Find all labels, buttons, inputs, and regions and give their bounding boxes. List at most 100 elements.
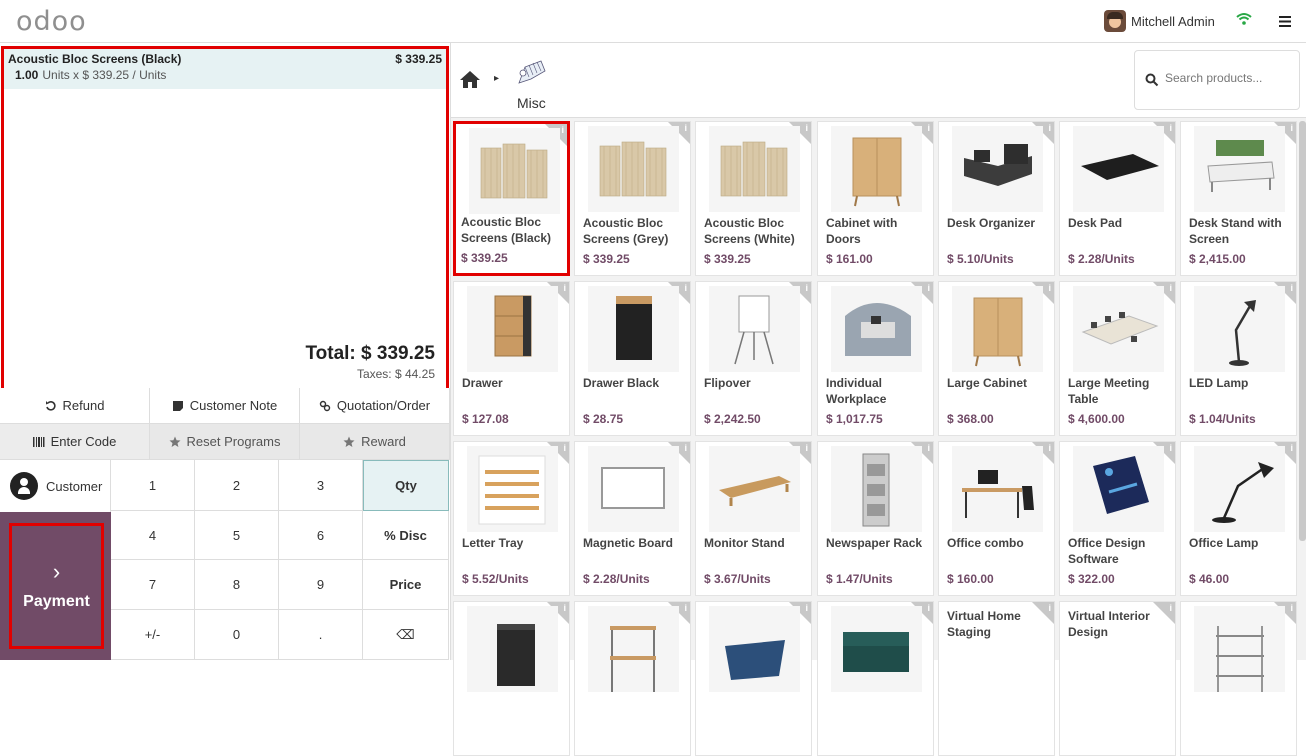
- product-grid-scrollbar[interactable]: [1299, 121, 1306, 541]
- product-card[interactable]: i Office combo $ 160.00: [938, 441, 1055, 596]
- info-icon[interactable]: i: [684, 123, 687, 133]
- product-card[interactable]: i Desk Pad $ 2.28/Units: [1059, 121, 1176, 276]
- info-icon[interactable]: i: [563, 283, 566, 293]
- numpad-key-decimal[interactable]: .: [279, 610, 363, 660]
- product-name: Virtual Home Staging: [947, 609, 1021, 639]
- product-card[interactable]: i Drawer Black $ 28.75: [574, 281, 691, 436]
- product-card[interactable]: i: [695, 601, 812, 756]
- info-icon[interactable]: i: [1169, 443, 1172, 453]
- info-icon[interactable]: i: [1048, 123, 1051, 133]
- numpad-backspace-icon[interactable]: ⌫: [363, 610, 449, 660]
- product-price: $ 5.52/Units: [462, 572, 529, 586]
- numpad-key-4[interactable]: 4: [111, 511, 195, 560]
- product-card[interactable]: i Virtual Interior Design: [1059, 601, 1176, 756]
- refund-button[interactable]: Refund: [0, 388, 150, 423]
- odoo-logo[interactable]: odoo: [16, 6, 87, 37]
- info-icon[interactable]: i: [927, 443, 930, 453]
- numpad-mode-price[interactable]: Price: [363, 560, 449, 610]
- home-icon[interactable]: [460, 71, 480, 88]
- product-price: $ 1,017.75: [826, 412, 883, 426]
- quotation-order-button[interactable]: Quotation/Order: [300, 388, 450, 423]
- user-menu[interactable]: Mitchell Admin: [1104, 10, 1215, 32]
- info-icon[interactable]: i: [927, 283, 930, 293]
- numpad-key-2[interactable]: 2: [195, 460, 279, 511]
- numpad-key-9[interactable]: 9: [279, 560, 363, 610]
- info-icon[interactable]: i: [1048, 443, 1051, 453]
- product-name: Monitor Stand: [704, 536, 785, 550]
- product-card[interactable]: i Desk Stand with Screen $ 2,415.00: [1180, 121, 1297, 276]
- info-icon[interactable]: i: [684, 443, 687, 453]
- product-card[interactable]: i Office Lamp $ 46.00: [1180, 441, 1297, 596]
- info-icon[interactable]: i: [1169, 283, 1172, 293]
- info-icon[interactable]: i: [805, 283, 808, 293]
- product-card[interactable]: i Individual Workplace $ 1,017.75: [817, 281, 934, 436]
- product-price: $ 1.04/Units: [1189, 412, 1256, 426]
- product-card[interactable]: i Large Cabinet $ 368.00: [938, 281, 1055, 436]
- order-taxes: Taxes: $ 44.25: [356, 367, 435, 381]
- info-icon[interactable]: i: [561, 125, 564, 135]
- numpad-mode-qty[interactable]: Qty: [363, 460, 449, 511]
- category-misc-label[interactable]: Misc: [517, 95, 546, 111]
- info-icon[interactable]: i: [805, 603, 808, 613]
- wifi-icon[interactable]: [1236, 12, 1252, 29]
- numpad-key-7[interactable]: 7: [111, 560, 195, 610]
- info-icon[interactable]: i: [927, 123, 930, 133]
- misc-category-icon[interactable]: [515, 57, 547, 85]
- customer-button[interactable]: Customer: [0, 460, 111, 512]
- product-card[interactable]: i: [453, 601, 570, 756]
- info-icon[interactable]: i: [805, 443, 808, 453]
- info-icon[interactable]: i: [805, 123, 808, 133]
- product-card[interactable]: i Acoustic Bloc Screens (Grey) $ 339.25: [574, 121, 691, 276]
- payment-button[interactable]: › Payment: [0, 512, 111, 660]
- info-icon[interactable]: i: [1290, 283, 1293, 293]
- numpad-mode-discount[interactable]: % Disc: [363, 511, 449, 560]
- reward-button[interactable]: Reward: [300, 424, 450, 459]
- product-name: Flipover: [704, 376, 751, 390]
- product-card[interactable]: i: [1180, 601, 1297, 756]
- info-icon[interactable]: i: [1169, 123, 1172, 133]
- order-total: Total: $ 339.25: [305, 343, 435, 364]
- product-image: [588, 446, 679, 532]
- numpad-key-0[interactable]: 0: [195, 610, 279, 660]
- info-icon[interactable]: i: [1290, 123, 1293, 133]
- user-avatar: [1104, 10, 1126, 32]
- product-card[interactable]: i Virtual Home Staging: [938, 601, 1055, 756]
- info-icon[interactable]: i: [1290, 443, 1293, 453]
- numpad-key-plus-minus[interactable]: +/-: [111, 610, 195, 660]
- product-card[interactable]: i: [817, 601, 934, 756]
- product-card[interactable]: i: [574, 601, 691, 756]
- info-icon[interactable]: i: [563, 443, 566, 453]
- payment-button-inner[interactable]: › Payment: [9, 523, 104, 649]
- order-line[interactable]: Acoustic Bloc Screens (Black) $ 339.25 1…: [4, 49, 446, 89]
- product-card[interactable]: i Monitor Stand $ 3.67/Units: [695, 441, 812, 596]
- numpad-key-5[interactable]: 5: [195, 511, 279, 560]
- reset-programs-button[interactable]: Reset Programs: [150, 424, 300, 459]
- info-icon[interactable]: i: [563, 603, 566, 613]
- product-card[interactable]: i Newspaper Rack $ 1.47/Units: [817, 441, 934, 596]
- search-box[interactable]: [1134, 50, 1300, 110]
- product-card[interactable]: i Large Meeting Table $ 4,600.00: [1059, 281, 1176, 436]
- product-card[interactable]: i Flipover $ 2,242.50: [695, 281, 812, 436]
- info-icon[interactable]: i: [684, 283, 687, 293]
- info-icon[interactable]: i: [684, 603, 687, 613]
- search-input[interactable]: [1165, 71, 1295, 85]
- numpad-key-8[interactable]: 8: [195, 560, 279, 610]
- product-card[interactable]: i Acoustic Bloc Screens (Black) $ 339.25: [453, 121, 570, 276]
- info-icon[interactable]: i: [1290, 603, 1293, 613]
- hamburger-menu-icon[interactable]: [1279, 12, 1291, 32]
- info-icon[interactable]: i: [927, 603, 930, 613]
- product-card[interactable]: i Acoustic Bloc Screens (White) $ 339.25: [695, 121, 812, 276]
- product-card[interactable]: i Letter Tray $ 5.52/Units: [453, 441, 570, 596]
- product-card[interactable]: i Drawer $ 127.08: [453, 281, 570, 436]
- product-card[interactable]: i Magnetic Board $ 2.28/Units: [574, 441, 691, 596]
- numpad-key-1[interactable]: 1: [111, 460, 195, 511]
- product-card[interactable]: i Office Design Software $ 322.00: [1059, 441, 1176, 596]
- product-card[interactable]: i LED Lamp $ 1.04/Units: [1180, 281, 1297, 436]
- product-card[interactable]: i Cabinet with Doors $ 161.00: [817, 121, 934, 276]
- numpad-key-6[interactable]: 6: [279, 511, 363, 560]
- numpad-key-3[interactable]: 3: [279, 460, 363, 511]
- product-card[interactable]: i Desk Organizer $ 5.10/Units: [938, 121, 1055, 276]
- enter-code-button[interactable]: Enter Code: [0, 424, 150, 459]
- info-icon[interactable]: i: [1048, 283, 1051, 293]
- customer-note-button[interactable]: Customer Note: [150, 388, 300, 423]
